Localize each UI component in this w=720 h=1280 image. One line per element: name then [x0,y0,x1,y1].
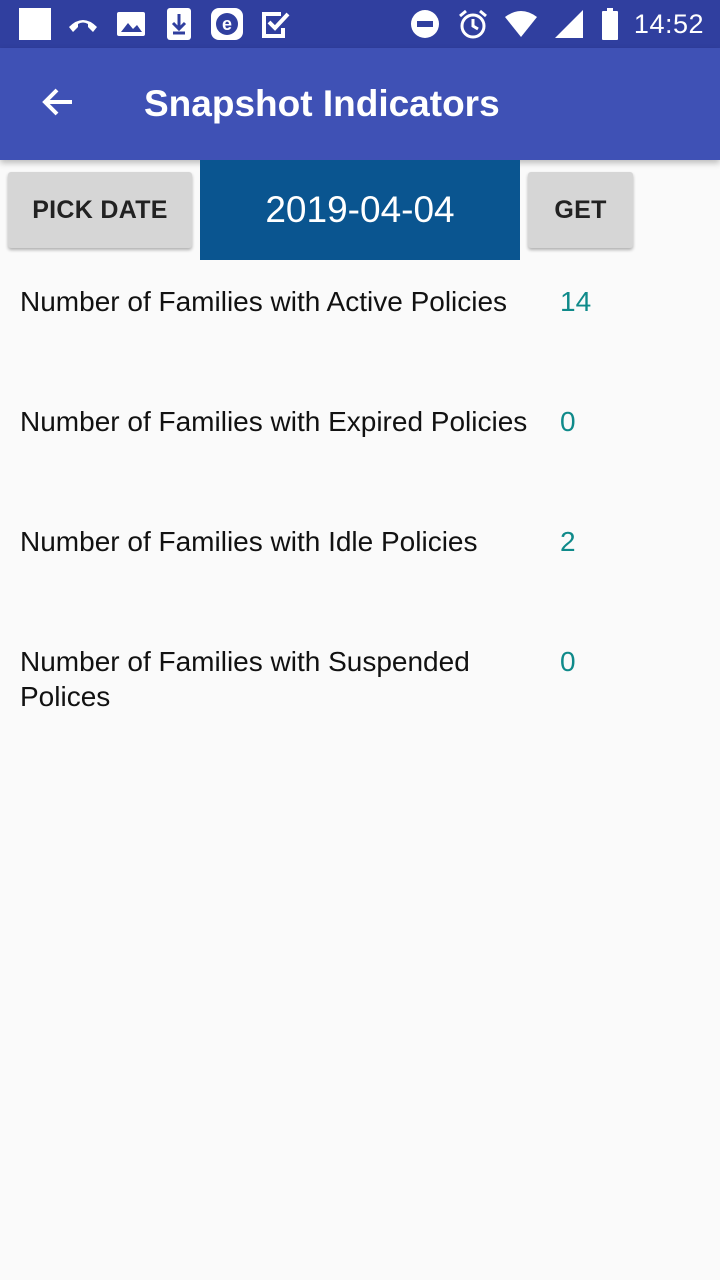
get-button[interactable]: GET [528,172,633,248]
wifi-icon [504,7,538,41]
clock: 14:52 [633,8,704,39]
indicator-label: Number of Families with Idle Policies [20,526,478,557]
indicator-label: Number of Families with Active Policies [20,286,508,317]
back-button[interactable] [22,68,94,140]
signal-icon [552,7,586,41]
app-bar: Snapshot Indicators [0,48,720,160]
indicator-value: 0 [560,646,576,677]
download-icon [162,7,196,41]
system-icons: 14:52 [408,6,704,42]
indicator-value: 2 [560,526,576,557]
selected-date: 2019-04-04 [200,160,520,260]
indicator-value: 0 [560,406,576,437]
indicator-value: 14 [560,286,592,317]
battery-icon [600,7,620,41]
page-title: Snapshot Indicators [144,83,500,124]
indicator-label: Number of Families with Suspended Police… [20,646,470,712]
do-not-disturb-icon [408,7,442,41]
alarm-icon [456,7,490,41]
notification-icons: e [18,6,292,42]
e-icon: e [210,7,244,41]
status-bar: e 14:52 [0,0,720,48]
checkbox-icon [258,7,292,41]
square-icon [18,7,52,41]
arrow-back-icon [40,84,76,125]
missed-call-icon [66,7,100,41]
indicator-label: Number of Families with Expired Policies [20,406,528,437]
pick-date-button[interactable]: PICK DATE [8,172,192,248]
image-icon [114,7,148,41]
svg-text:e: e [222,14,232,34]
